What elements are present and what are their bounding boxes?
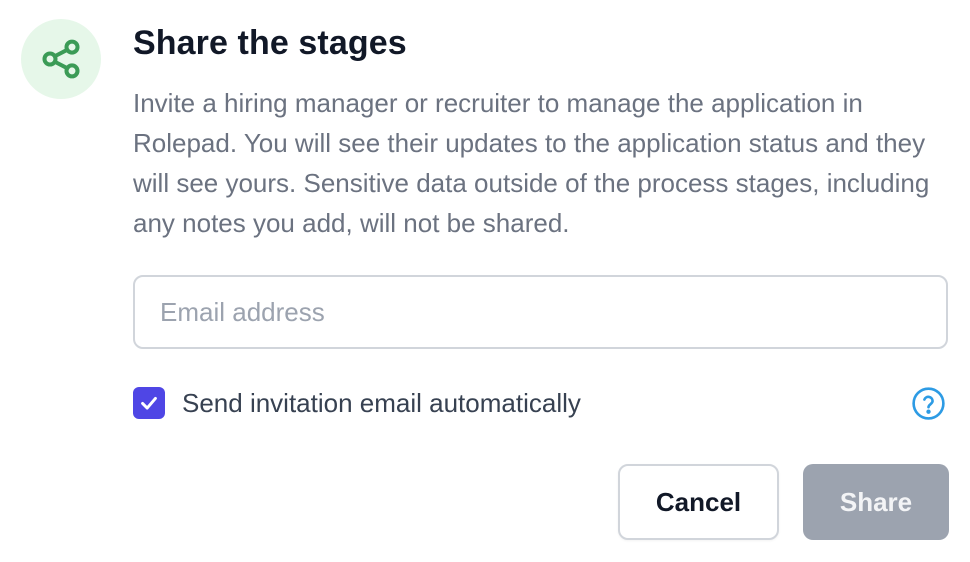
cancel-button[interactable]: Cancel [618,464,779,540]
share-icon-badge [21,19,101,99]
share-icon [39,37,83,81]
checkmark-icon [138,392,160,414]
question-circle-icon[interactable] [911,386,946,421]
send-invitation-label[interactable]: Send invitation email automatically [182,386,581,420]
send-invitation-option: Send invitation email automatically [133,386,581,420]
share-button[interactable]: Share [803,464,949,540]
dialog-title: Share the stages [133,24,407,62]
dialog-description: Invite a hiring manager or recruiter to … [133,88,930,238]
email-address-input[interactable] [133,275,948,349]
send-invitation-checkbox[interactable] [133,387,165,419]
